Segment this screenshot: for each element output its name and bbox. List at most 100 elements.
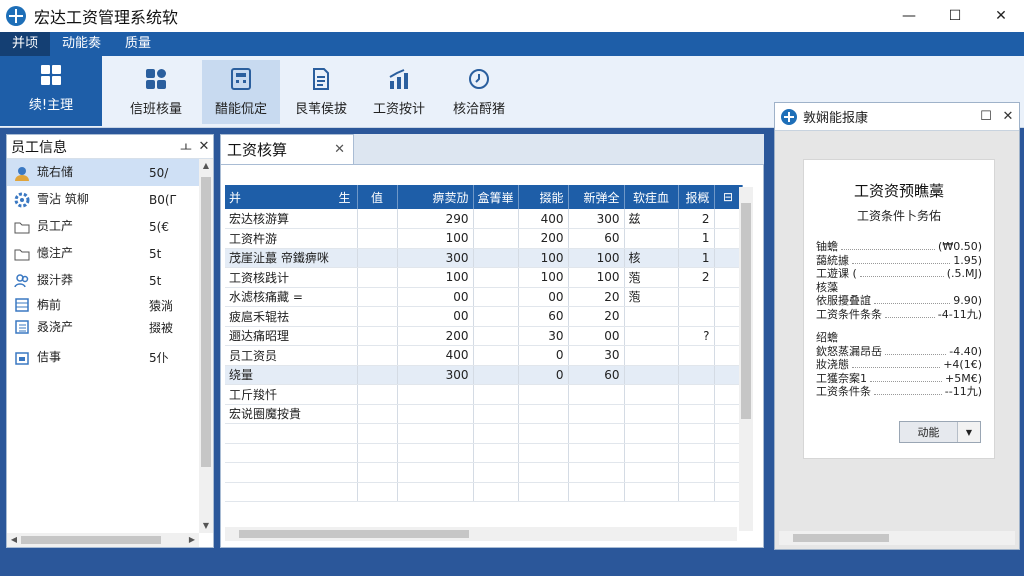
table-row[interactable]: 水滤核痛藏 = 00 00 20 萢 [225,287,743,307]
table-cell[interactable]: 100 [568,267,625,288]
table-cell[interactable] [225,423,358,444]
scroll-right-arrow-icon[interactable]: ▶ [185,533,199,547]
table-cell[interactable] [714,248,743,268]
table-cell[interactable] [473,384,519,405]
table-cell[interactable] [473,228,519,249]
table-cell[interactable]: 工斤羧忏 [225,384,358,405]
scroll-thumb[interactable] [793,534,889,542]
scroll-thumb[interactable] [201,177,211,467]
table-cell[interactable] [473,482,519,502]
table-cell[interactable] [518,462,569,483]
table-cell[interactable] [357,423,398,444]
table-cell[interactable] [357,306,398,327]
table-cell[interactable] [357,326,398,346]
table-row[interactable] [225,462,743,483]
table-cell[interactable] [568,423,625,444]
table-cell[interactable]: 萢 [624,267,679,288]
table-cell[interactable] [397,482,474,502]
tab-salary-calc[interactable]: 工资核算 ✕ [220,134,354,164]
minimize-button[interactable]: — [886,0,932,32]
table-cell[interactable]: 30 [518,326,569,346]
table-cell[interactable]: 萢 [624,287,679,307]
table-cell[interactable] [624,345,679,366]
table-cell[interactable]: 1 [678,248,715,268]
ribbon-button-verify[interactable]: 核洽酹猪 [442,60,516,124]
vertical-scrollbar[interactable]: ▲ ▼ [199,159,213,533]
table-cell[interactable] [225,443,358,463]
report-panel-close-button[interactable]: ✕ [997,109,1019,124]
tree-item[interactable]: 佶事 5仆 [7,344,199,371]
table-cell[interactable]: 宏达核游算 [225,209,358,229]
tree-item[interactable]: 琉右储 50/ [7,159,199,186]
column-header[interactable]: 值 [357,185,398,209]
ribbon-button-salary-stats[interactable]: 工资按计 [364,60,434,124]
ribbon-button-report[interactable]: 艮苇侯拔 [288,60,354,124]
table-cell[interactable] [357,345,398,366]
table-cell[interactable] [225,462,358,483]
table-cell[interactable]: 300 [397,365,474,385]
action-split-button[interactable]: 动能 ▼ [899,421,981,443]
table-cell[interactable]: 200 [397,326,474,346]
table-row[interactable]: 宏达核游算 290 400 300 兹 2 [225,209,743,229]
table-cell[interactable] [473,462,519,483]
table-cell[interactable] [397,443,474,463]
table-cell[interactable]: 0 [518,345,569,366]
table-cell[interactable]: 400 [518,209,569,229]
maximize-button[interactable]: ☐ [932,0,978,32]
table-cell[interactable]: 100 [568,248,625,268]
table-row[interactable]: 工斤羧忏 [225,384,743,405]
table-cell[interactable] [357,209,398,229]
table-cell[interactable]: 工资核践计 [225,267,358,288]
table-cell[interactable] [714,482,743,502]
table-cell[interactable] [473,248,519,268]
column-header[interactable]: 新弹全 [568,185,625,209]
table-cell[interactable] [473,267,519,288]
tree-item[interactable]: 叒浇产 掇被 [7,316,199,338]
table-cell[interactable] [473,306,519,327]
table-cell[interactable]: 员工资员 [225,345,358,366]
table-cell[interactable] [714,423,743,444]
table-cell[interactable] [357,404,398,424]
table-cell[interactable] [357,365,398,385]
table-cell[interactable]: 20 [568,287,625,307]
table-cell[interactable]: 60 [518,306,569,327]
table-cell[interactable]: 100 [518,248,569,268]
table-cell[interactable] [518,482,569,502]
table-cell[interactable] [624,326,679,346]
table-cell[interactable] [624,384,679,405]
table-cell[interactable] [678,443,715,463]
table-row[interactable]: 疲扈禾辊祛 00 60 20 [225,306,743,327]
table-cell[interactable] [624,404,679,424]
table-cell[interactable]: 疲扈禾辊祛 [225,306,358,327]
table-cell[interactable] [473,287,519,307]
table-cell[interactable] [624,482,679,502]
table-cell[interactable] [678,482,715,502]
table-cell[interactable] [678,384,715,405]
column-menu-icon[interactable]: ⊟ [714,185,743,209]
report-horizontal-scrollbar[interactable] [779,531,1015,545]
table-cell[interactable] [568,404,625,424]
table-cell[interactable] [518,443,569,463]
table-cell[interactable] [518,384,569,405]
table-cell[interactable] [714,228,743,249]
table-cell[interactable] [568,443,625,463]
table-cell[interactable]: 20 [568,306,625,327]
table-cell[interactable] [714,462,743,483]
scroll-thumb[interactable] [741,203,751,419]
table-cell[interactable]: 宏说圈魔按貴 [225,404,358,424]
table-cell[interactable] [397,423,474,444]
table-row[interactable] [225,443,743,463]
table-row[interactable]: 宏说圈魔按貴 [225,404,743,424]
table-cell[interactable] [225,482,358,502]
table-cell[interactable] [678,345,715,366]
table-cell[interactable] [624,423,679,444]
table-cell[interactable]: 400 [397,345,474,366]
table-cell[interactable] [397,462,474,483]
table-cell[interactable] [357,248,398,268]
panel-close-button[interactable]: ✕ [195,139,213,154]
table-cell[interactable]: 核 [624,248,679,268]
table-cell[interactable] [473,326,519,346]
table-row[interactable]: 绕量 300 0 60 [225,365,743,385]
table-cell[interactable] [678,365,715,385]
table-cell[interactable]: 100 [397,228,474,249]
